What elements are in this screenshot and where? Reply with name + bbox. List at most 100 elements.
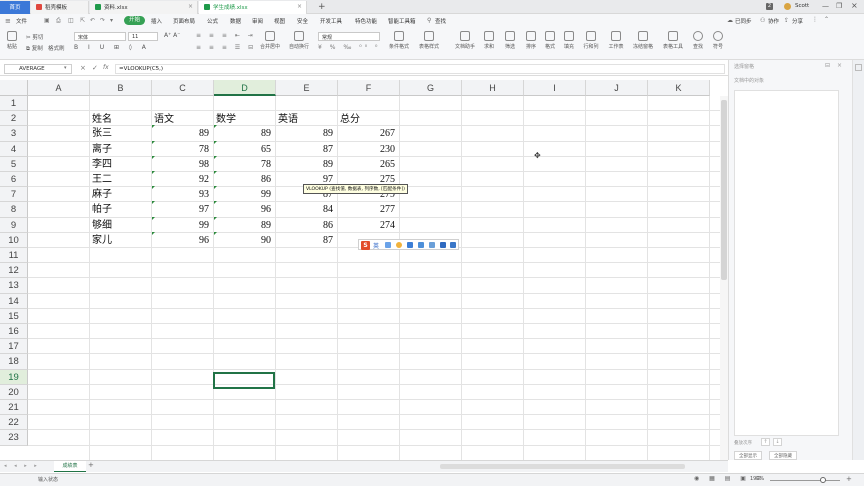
confirm-icon[interactable]: ✓ — [92, 64, 98, 72]
number-format-select[interactable]: 常规 — [318, 32, 380, 41]
menu-developer[interactable]: 开发工具 — [320, 17, 342, 25]
sheet-nav-icons[interactable]: ◂ ◂ ▸ ▸ — [4, 463, 40, 469]
sheet-tab-scores[interactable]: 成绩表 — [54, 461, 86, 472]
row-header-11[interactable]: 11 — [0, 248, 28, 264]
minimize-icon[interactable]: — — [822, 2, 829, 10]
tab-doc-templates[interactable]: 稻壳模板 — [31, 1, 89, 14]
cell-total[interactable]: 274 — [338, 218, 398, 233]
menu-insert[interactable]: 插入 — [151, 17, 162, 25]
share-button[interactable]: 分享 — [792, 17, 803, 25]
column-header-e[interactable]: E — [276, 80, 338, 96]
pane-toggle-icon[interactable] — [855, 64, 862, 71]
collab-button[interactable]: 协作 — [768, 17, 779, 25]
row-header-18[interactable]: 18 — [0, 354, 28, 370]
find-button[interactable]: 查找 — [690, 31, 706, 50]
preview-icon[interactable]: ◫ — [68, 17, 74, 24]
merge-button[interactable]: 合并居中 — [258, 31, 282, 50]
add-sheet-button[interactable]: + — [88, 461, 94, 469]
column-header-k[interactable]: K — [648, 80, 710, 96]
spreadsheet-grid[interactable]: ABCDEFGHIJK 1 2 3 4 5 6 7 8 9 10 11 12 13 14 15 16 17 18 1… — [0, 80, 728, 460]
cancel-icon[interactable]: × — [80, 64, 86, 72]
menu-page-layout[interactable]: 页面布局 — [173, 17, 195, 25]
sync-status[interactable]: 已同步 — [735, 17, 752, 25]
zoom-slider[interactable] — [770, 480, 840, 481]
column-header-h[interactable]: H — [462, 80, 524, 96]
vertical-scrollbar[interactable] — [720, 96, 728, 460]
table-style-button[interactable]: 表格样式 — [416, 31, 442, 50]
cell-math[interactable]: 99 — [214, 187, 274, 202]
wrap-button[interactable]: 自动换行 — [287, 31, 311, 50]
objects-list[interactable] — [734, 90, 839, 436]
row-header-13[interactable]: 13 — [0, 278, 28, 294]
cell-english[interactable]: 87 — [276, 233, 336, 248]
skin-icon[interactable] — [439, 242, 446, 248]
cell-chinese[interactable]: 97 — [152, 202, 212, 217]
column-header-b[interactable]: B — [90, 80, 152, 96]
tools-icon[interactable] — [428, 242, 435, 248]
row-header-23[interactable]: 23 — [0, 430, 28, 446]
rowcol-button[interactable]: 行和列 — [580, 31, 602, 50]
row-header-12[interactable]: 12 — [0, 263, 28, 279]
cell-english[interactable]: 89 — [276, 157, 336, 172]
row-header-19[interactable]: 19 — [0, 369, 28, 385]
search-icon[interactable]: ⚲ — [427, 17, 431, 24]
worksheet-button[interactable]: 工作表 — [605, 31, 627, 50]
move-up-icon[interactable]: ↑ — [761, 438, 770, 446]
menu-security[interactable]: 安全 — [297, 17, 308, 25]
column-header-d[interactable]: D — [214, 80, 276, 96]
restore-icon[interactable]: ❐ — [836, 2, 842, 10]
doc-helper-button[interactable]: 文档助手 — [452, 31, 478, 50]
cell-name[interactable]: 张三 — [90, 126, 151, 141]
cut-button[interactable]: ✂ 剪切 — [26, 33, 43, 41]
export-icon[interactable]: ⇱ — [80, 17, 85, 24]
row-header-7[interactable]: 7 — [0, 187, 28, 203]
zoom-slider-knob[interactable] — [820, 477, 826, 483]
cell-chinese[interactable]: 89 — [152, 126, 212, 141]
select-all-corner[interactable] — [0, 80, 28, 96]
name-box[interactable]: AVERAGE — [4, 64, 72, 74]
cell-name[interactable]: 家儿 — [90, 233, 151, 248]
zoom-level[interactable]: 190% — [750, 476, 764, 482]
row-header-5[interactable]: 5 — [0, 156, 28, 172]
row-header-10[interactable]: 10 — [0, 232, 28, 248]
cell-english[interactable]: 86 — [276, 218, 336, 233]
column-header-f[interactable]: F — [338, 80, 400, 96]
column-header-i[interactable]: I — [524, 80, 586, 96]
row-header-22[interactable]: 22 — [0, 415, 28, 431]
row-header-1[interactable]: 1 — [0, 96, 28, 112]
cell-total[interactable]: 230 — [338, 142, 398, 157]
align-buttons[interactable]: ≡ ≡ ≡ ⇤ ⇥ — [196, 32, 256, 39]
row-header-21[interactable]: 21 — [0, 400, 28, 416]
tab-doc-scores[interactable]: 学生成绩.xlsx × — [199, 1, 307, 14]
cell-header-chinese[interactable]: 语文 — [152, 112, 213, 127]
table-tools-button[interactable]: 表格工具 — [660, 31, 686, 50]
cell-header-name[interactable]: 姓名 — [90, 112, 151, 127]
sum-button[interactable]: 求和 — [480, 31, 498, 50]
cell-total[interactable]: 265 — [338, 157, 398, 172]
undo-icon[interactable]: ↶ — [90, 17, 95, 24]
menu-smart-tools[interactable]: 智能工具箱 — [388, 17, 416, 25]
menu-features[interactable]: 特色功能 — [355, 17, 377, 25]
paste-button[interactable]: 粘贴 — [4, 31, 20, 50]
cell-header-total[interactable]: 总分 — [338, 112, 399, 127]
cell-chinese[interactable]: 99 — [152, 218, 212, 233]
column-header-c[interactable]: C — [152, 80, 214, 96]
cell-chinese[interactable]: 96 — [152, 233, 212, 248]
row-header-16[interactable]: 16 — [0, 324, 28, 340]
pane-pin-icon[interactable]: ⊟ — [825, 62, 830, 69]
cell-english[interactable]: 84 — [276, 202, 336, 217]
row-header-8[interactable]: 8 — [0, 202, 28, 218]
menu-home[interactable]: 开始 — [124, 16, 146, 25]
cell-name[interactable]: 离子 — [90, 142, 151, 157]
keyboard-icon[interactable] — [417, 242, 424, 248]
account-name[interactable]: Scott — [795, 3, 809, 9]
cond-format-button[interactable]: 条件格式 — [386, 31, 412, 50]
close-icon[interactable]: × — [297, 3, 302, 10]
print-icon[interactable]: ⎙ — [56, 17, 61, 25]
menu-view[interactable]: 视图 — [274, 17, 285, 25]
format-painter-button[interactable]: 格式刷 — [48, 44, 65, 52]
row-header-15[interactable]: 15 — [0, 308, 28, 324]
cell-name[interactable]: 帕子 — [90, 202, 151, 217]
cell-total[interactable]: 277 — [338, 202, 398, 217]
grid-icon[interactable] — [450, 242, 457, 248]
